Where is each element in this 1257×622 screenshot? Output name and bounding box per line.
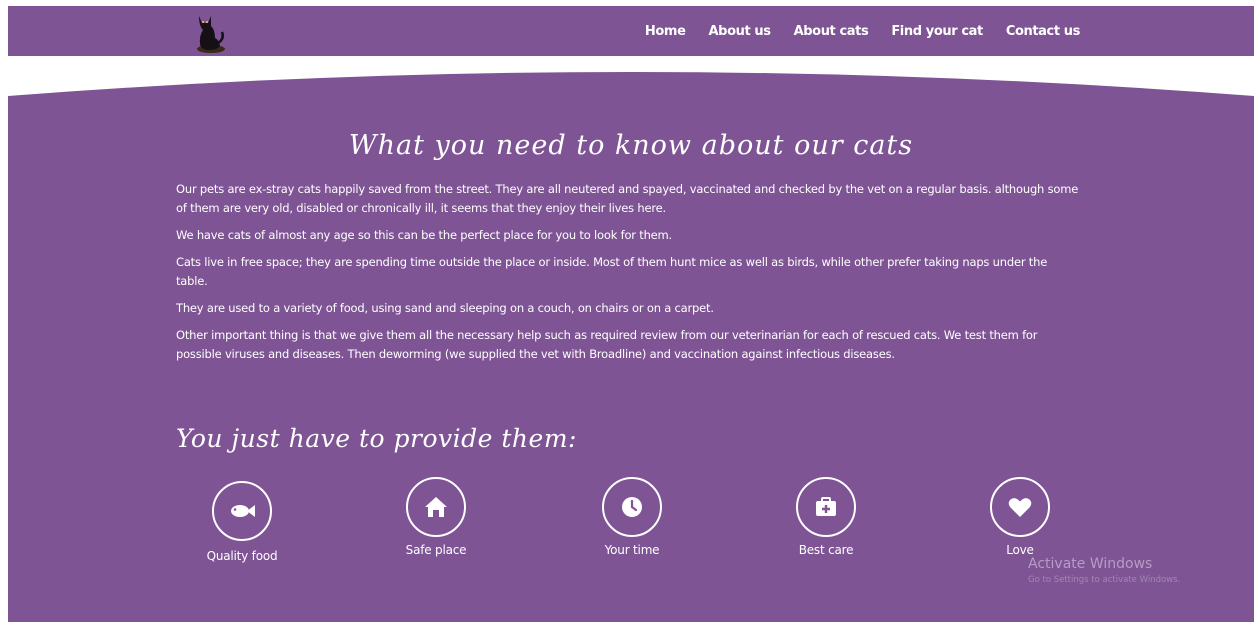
feature-label: Your time	[604, 543, 660, 557]
medkit-icon	[796, 477, 856, 537]
activate-windows-watermark: Activate Windows Go to Settings to activ…	[1028, 556, 1180, 585]
feature-label: Love	[1006, 543, 1034, 557]
nav-find-your-cat[interactable]: Find your cat	[891, 24, 983, 39]
clock-icon	[602, 477, 662, 537]
paragraph-space: Cats live in free space; they are spendi…	[176, 255, 1048, 288]
paragraph-food: They are used to a variety of food, usin…	[176, 301, 714, 315]
nav-about-cats[interactable]: About cats	[794, 24, 869, 39]
navbar: Home About us About cats Find your cat C…	[8, 6, 1254, 56]
feature-label: Best care	[798, 543, 854, 557]
page: Home About us About cats Find your cat C…	[0, 0, 1257, 622]
home-icon	[406, 477, 466, 537]
nav-home[interactable]: Home	[645, 24, 686, 39]
main-content: What you need to know about our cats Our…	[8, 56, 1254, 622]
section-title: What you need to know about our cats	[348, 130, 914, 161]
feature-love: Love	[960, 477, 1080, 557]
watermark-title: Activate Windows	[1028, 556, 1153, 572]
fish-icon	[212, 481, 272, 541]
paragraph-age: We have cats of almost any age so this c…	[176, 228, 673, 242]
heart-icon	[990, 477, 1050, 537]
cat-logo[interactable]	[189, 10, 229, 54]
watermark-subtitle: Go to Settings to activate Windows.	[1028, 575, 1181, 585]
paragraph-intro: Our pets are ex-stray cats happily saved…	[176, 182, 1079, 215]
feature-safe-place: Safe place	[376, 477, 496, 557]
feature-label: Safe place	[405, 543, 467, 557]
feature-your-time: Your time	[572, 477, 692, 557]
feature-best-care: Best care	[766, 477, 886, 557]
feature-label: Quality food	[206, 549, 278, 563]
nav-contact-us[interactable]: Contact us	[1006, 24, 1081, 39]
info-paragraphs: Our pets are ex-stray cats happily saved…	[176, 180, 1081, 372]
feature-quality-food: Quality food	[182, 481, 302, 563]
paragraph-care: Other important thing is that we give th…	[176, 328, 1038, 361]
nav-about-us[interactable]: About us	[709, 24, 771, 39]
nav-links: Home About us About cats Find your cat C…	[622, 6, 1080, 56]
provide-title: You just have to provide them:	[176, 424, 577, 453]
